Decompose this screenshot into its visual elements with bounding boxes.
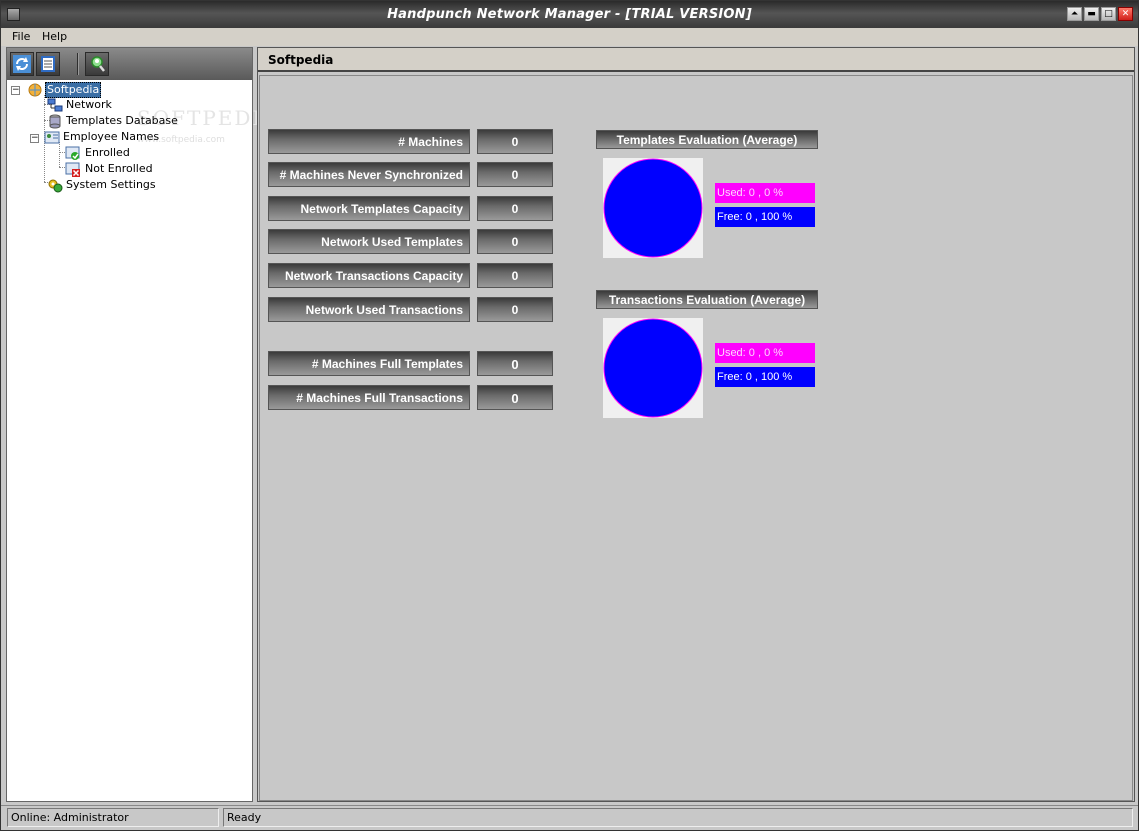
transactions-evaluation-title: Transactions Evaluation (Average)	[596, 290, 818, 309]
transactions-pie-chart	[603, 318, 703, 418]
templates-evaluation-title: Templates Evaluation (Average)	[596, 130, 818, 149]
report-button[interactable]	[36, 52, 60, 76]
employees-icon	[44, 131, 60, 144]
stat-value-machines: 0	[477, 129, 553, 154]
templates-free-legend: Free: 0 , 100 %	[715, 207, 815, 227]
stat-label-machines: # Machines	[268, 129, 470, 154]
toolbar	[7, 48, 252, 80]
network-icon	[47, 98, 63, 112]
search-user-button[interactable]	[85, 52, 109, 76]
transactions-free-legend: Free: 0 , 100 %	[715, 367, 815, 387]
settings-icon	[48, 179, 63, 193]
templates-pie	[603, 158, 703, 258]
stat-value-never-synchronized: 0	[477, 162, 553, 187]
maximize-button[interactable]: □	[1101, 7, 1116, 21]
panel-header: Softpedia	[258, 48, 1134, 72]
menu-file[interactable]: File	[12, 30, 30, 43]
restore-down-button[interactable]: ⏶	[1067, 7, 1082, 21]
status-user: Online: Administrator	[7, 808, 219, 827]
stat-value-full-templates: 0	[477, 351, 553, 376]
database-icon	[49, 114, 61, 129]
status-state: Ready	[223, 808, 1133, 827]
transactions-used-legend: Used: 0 , 0 %	[715, 343, 815, 363]
status-bar: Online: Administrator Ready	[1, 805, 1138, 830]
transactions-pie	[603, 318, 703, 418]
stat-label-full-transactions: # Machines Full Transactions	[268, 385, 470, 410]
stat-label-templates-capacity: Network Templates Capacity	[268, 196, 470, 221]
not-enrolled-icon	[65, 162, 80, 177]
stat-value-transactions-capacity: 0	[477, 263, 553, 288]
window-title: Handpunch Network Manager - [TRIAL VERSI…	[387, 7, 752, 22]
stat-label-full-templates: # Machines Full Templates	[268, 351, 470, 376]
stat-value-used-templates: 0	[477, 229, 553, 254]
stat-value-templates-capacity: 0	[477, 196, 553, 221]
close-button[interactable]: ✕	[1118, 7, 1133, 21]
tree-connector	[59, 142, 60, 167]
enrolled-icon	[65, 146, 80, 160]
navigation-pane: SOFTPEDIA www.softpedia.com − Softpedia	[6, 47, 277, 802]
panel-title: Softpedia	[268, 53, 334, 67]
stat-value-full-transactions: 0	[477, 385, 553, 410]
expand-toggle-root[interactable]: −	[11, 86, 20, 95]
stat-value-used-transactions: 0	[477, 297, 553, 322]
report-icon	[41, 56, 55, 72]
title-bar[interactable]: Handpunch Network Manager - [TRIAL VERSI…	[1, 1, 1138, 28]
expand-toggle-employee-names[interactable]: −	[30, 134, 39, 143]
stat-label-used-transactions: Network Used Transactions	[268, 297, 470, 322]
search-user-icon	[91, 56, 105, 72]
stat-label-transactions-capacity: Network Transactions Capacity	[268, 263, 470, 288]
dashboard: # Machines 0 # Machines Never Synchroniz…	[259, 75, 1133, 801]
app-window: Handpunch Network Manager - [TRIAL VERSI…	[0, 0, 1139, 831]
templates-pie-chart	[603, 158, 703, 258]
refresh-button[interactable]	[10, 52, 34, 76]
refresh-icon	[13, 55, 31, 73]
minimize-button[interactable]: ▬	[1084, 7, 1099, 21]
toolbar-separator	[77, 53, 79, 75]
menu-bar: File Help	[1, 28, 1138, 46]
stat-label-never-synchronized: # Machines Never Synchronized	[268, 162, 470, 187]
menu-help[interactable]: Help	[42, 30, 67, 43]
templates-used-legend: Used: 0 , 0 %	[715, 183, 815, 203]
stat-label-used-templates: Network Used Templates	[268, 229, 470, 254]
content-pane: Softpedia # Machines 0 # Machines Never …	[257, 47, 1135, 802]
globe-icon	[28, 83, 42, 97]
